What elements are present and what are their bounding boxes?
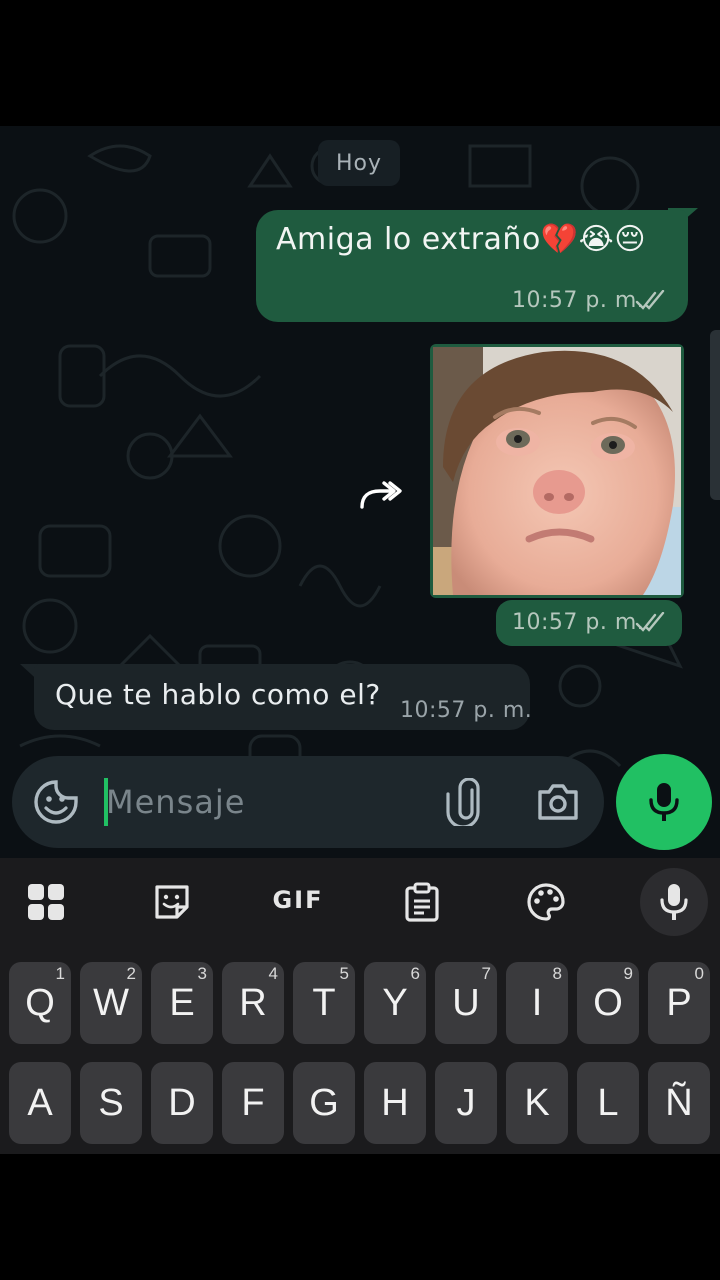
- microphone-icon: [649, 783, 679, 821]
- key-l[interactable]: L: [577, 1062, 639, 1144]
- key-w[interactable]: W2: [80, 962, 142, 1044]
- key-a[interactable]: A: [9, 1062, 71, 1144]
- date-separator: Hoy: [318, 140, 400, 186]
- keyboard-apps-grid-icon[interactable]: [20, 876, 72, 928]
- message-time: 10:57 p. m.: [512, 610, 645, 635]
- bottom-letterbox: [0, 1154, 720, 1280]
- key-n-tilde[interactable]: Ñ: [648, 1062, 710, 1144]
- key-u[interactable]: U7: [435, 962, 497, 1044]
- message-time: 10:57 p. m.: [512, 288, 645, 313]
- clipboard-icon[interactable]: [396, 876, 448, 928]
- key-r[interactable]: R4: [222, 962, 284, 1044]
- camera-icon[interactable]: [534, 778, 582, 826]
- key-t[interactable]: T5: [293, 962, 355, 1044]
- palette-icon[interactable]: [520, 876, 572, 928]
- sticker-emoji-icon[interactable]: [32, 778, 80, 826]
- screen: Hoy Amiga lo extraño💔😭😔 10:57 p. m. 10:5…: [0, 0, 720, 1280]
- key-o[interactable]: O9: [577, 962, 639, 1044]
- key-d[interactable]: D: [151, 1062, 213, 1144]
- paperclip-icon[interactable]: [440, 777, 484, 829]
- key-e[interactable]: E3: [151, 962, 213, 1044]
- key-q[interactable]: Q1: [9, 962, 71, 1044]
- key-f[interactable]: F: [222, 1062, 284, 1144]
- scroll-handle[interactable]: [710, 330, 720, 500]
- key-k[interactable]: K: [506, 1062, 568, 1144]
- voice-message-button[interactable]: [616, 754, 712, 850]
- message-time: 10:57 p. m.: [400, 698, 533, 723]
- keyboard-voice-input-button[interactable]: [640, 868, 708, 936]
- key-p[interactable]: P0: [648, 962, 710, 1044]
- key-g[interactable]: G: [293, 1062, 355, 1144]
- key-i[interactable]: I8: [506, 962, 568, 1044]
- double-check-read-icon: [635, 612, 665, 632]
- message-text: Amiga lo extraño💔😭😔: [276, 222, 646, 257]
- gif-button[interactable]: GIF: [266, 886, 330, 918]
- microphone-icon: [660, 884, 688, 920]
- double-check-read-icon: [635, 290, 665, 310]
- crying-baby-photo[interactable]: [433, 347, 681, 595]
- key-j[interactable]: J: [435, 1062, 497, 1144]
- key-h[interactable]: H: [364, 1062, 426, 1144]
- forward-icon[interactable]: [356, 470, 404, 518]
- sticker-icon[interactable]: [146, 876, 198, 928]
- key-s[interactable]: S: [80, 1062, 142, 1144]
- message-text: Que te hablo como el?: [55, 678, 381, 711]
- key-y[interactable]: Y6: [364, 962, 426, 1044]
- message-input[interactable]: [106, 772, 426, 832]
